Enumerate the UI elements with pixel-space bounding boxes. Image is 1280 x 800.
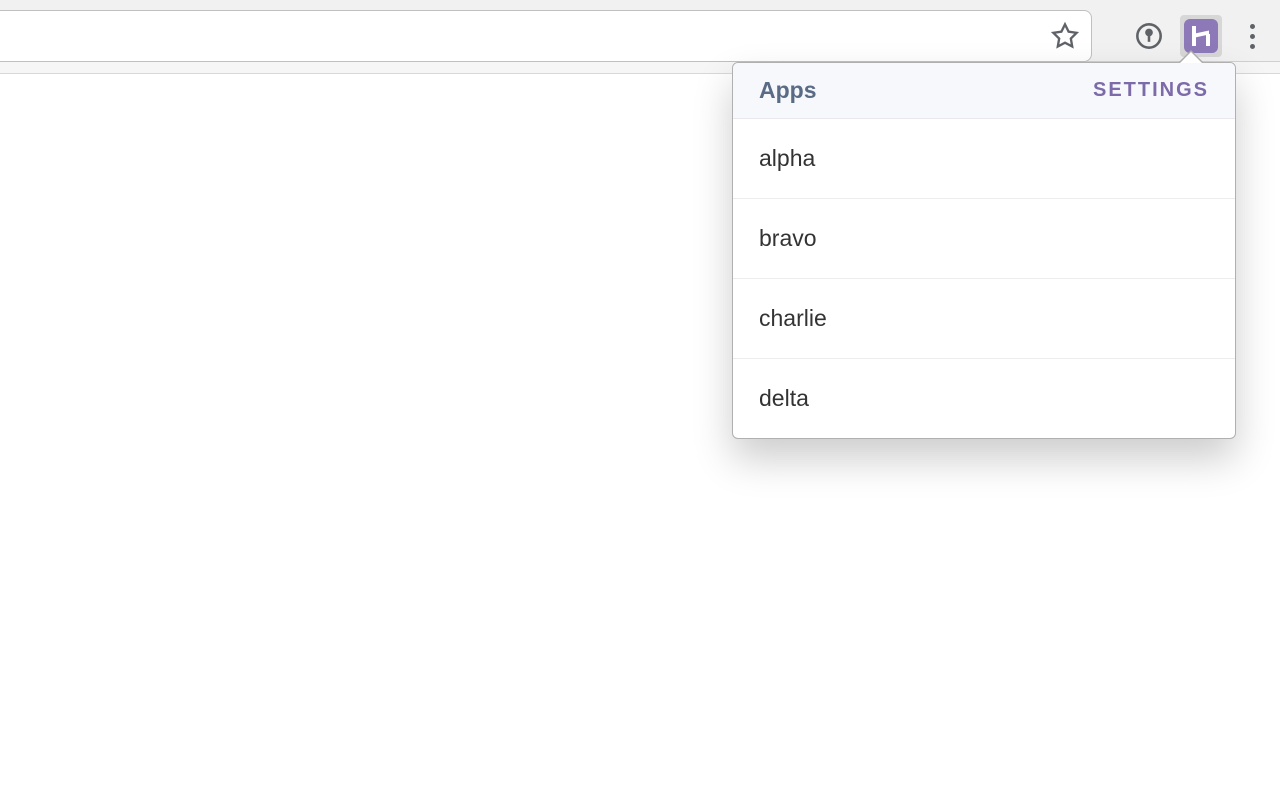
app-item-charlie[interactable]: charlie <box>733 279 1235 359</box>
app-item-delta[interactable]: delta <box>733 359 1235 438</box>
heroku-logo-icon <box>1184 19 1218 53</box>
popup-header: Apps SETTINGS <box>733 63 1235 119</box>
bookmark-star-icon[interactable] <box>1049 20 1081 52</box>
settings-link[interactable]: SETTINGS <box>1093 79 1209 102</box>
extension-popup: Apps SETTINGS alpha bravo charlie delta <box>732 62 1236 439</box>
password-manager-icon[interactable] <box>1134 21 1164 51</box>
app-list: alpha bravo charlie delta <box>733 119 1235 438</box>
browser-menu-icon[interactable] <box>1238 21 1266 51</box>
app-item-alpha[interactable]: alpha <box>733 119 1235 199</box>
browser-toolbar <box>0 0 1280 62</box>
popup-title: Apps <box>759 77 817 104</box>
popup-arrow <box>1180 52 1202 63</box>
app-item-bravo[interactable]: bravo <box>733 199 1235 279</box>
address-bar[interactable] <box>0 10 1092 62</box>
